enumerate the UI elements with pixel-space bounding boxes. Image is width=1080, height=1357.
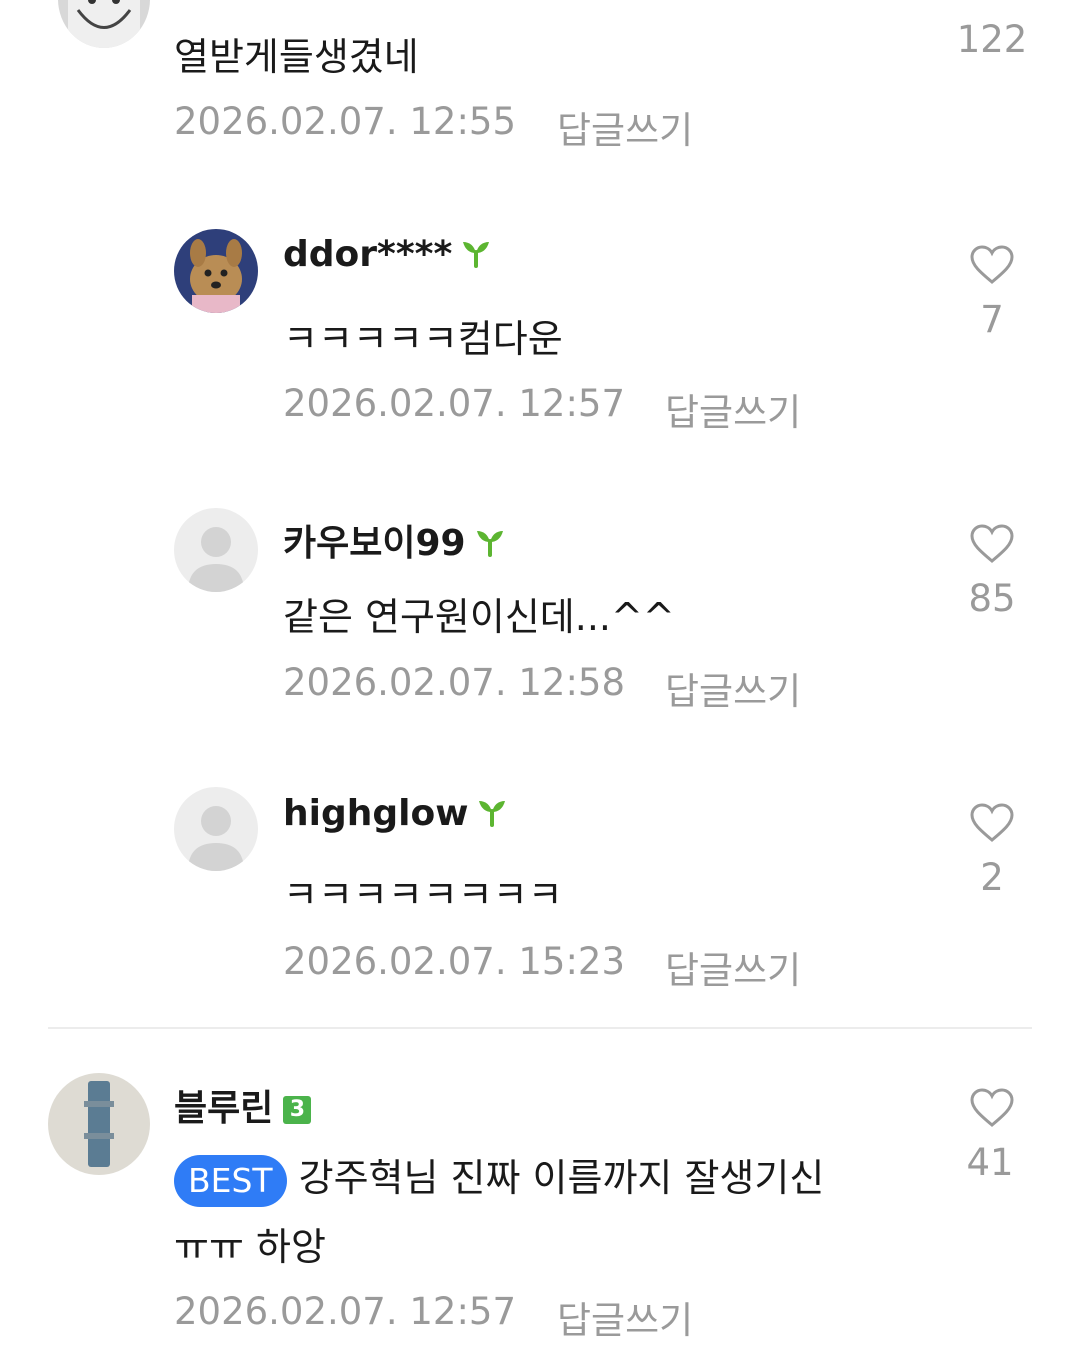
comment-username[interactable]: highglow <box>283 793 508 836</box>
comment-date: 2026.02.07. 12:58 <box>283 661 625 704</box>
username-text[interactable]: 카우보이99 <box>283 523 466 564</box>
like-count: 122 <box>956 18 1028 61</box>
like-count: 85 <box>968 577 1016 620</box>
heart-icon[interactable] <box>970 245 1014 285</box>
username-text[interactable]: highglow <box>283 793 468 834</box>
like-count: 2 <box>980 856 1004 899</box>
comment-text-line1: BEST 강주혁님 진짜 이름까지 잘생기신 <box>174 1147 824 1207</box>
comment-text: 강주혁님 진짜 이름까지 잘생기신 <box>298 1156 825 1200</box>
heart-icon[interactable] <box>970 1088 1014 1128</box>
comment-date: 2026.02.07. 12:57 <box>174 1290 516 1333</box>
comment-date: 2026.02.07. 12:55 <box>174 100 516 143</box>
level-badge: 3 <box>283 1096 312 1124</box>
avatar-top[interactable] <box>58 0 150 48</box>
comment-date: 2026.02.07. 12:57 <box>283 382 625 425</box>
default-avatar-icon[interactable] <box>174 787 258 871</box>
like-count: 41 <box>966 1141 1014 1184</box>
comment-username[interactable]: 카우보이99 <box>283 514 506 566</box>
sprout-icon <box>476 795 508 836</box>
reply-button[interactable]: 답글쓰기 <box>557 1290 693 1344</box>
comment-text: ㅋㅋㅋㅋㅋㅋㅋㅋ <box>283 873 563 917</box>
heart-icon[interactable] <box>970 524 1014 564</box>
comment-username[interactable]: ddor**** <box>283 234 492 277</box>
comment-text: 열받게들생겼네 <box>174 35 419 79</box>
comment-date: 2026.02.07. 15:23 <box>283 940 625 983</box>
comment-username[interactable]: 블루린 3 <box>174 1079 312 1131</box>
best-badge: BEST <box>174 1154 287 1207</box>
sprout-icon <box>460 236 492 277</box>
comment-text: 같은 연구원이신데...^^ <box>283 595 675 639</box>
reply-button[interactable]: 답글쓰기 <box>665 940 801 994</box>
like-count: 7 <box>980 298 1004 341</box>
default-avatar-icon[interactable] <box>174 508 258 592</box>
comment-text: ㅋㅋㅋㅋㅋ컴다운 <box>283 317 563 361</box>
username-text[interactable]: 블루린 <box>174 1088 273 1129</box>
avatar[interactable] <box>174 229 258 313</box>
comment-divider <box>48 1027 1032 1029</box>
heart-icon[interactable] <box>970 803 1014 843</box>
reply-button[interactable]: 답글쓰기 <box>557 100 693 154</box>
comment-text-line2: ㅠㅠ 하앙 <box>174 1225 326 1269</box>
sprout-icon <box>474 525 506 566</box>
reply-button[interactable]: 답글쓰기 <box>665 382 801 436</box>
reply-button[interactable]: 답글쓰기 <box>665 661 801 715</box>
username-text[interactable]: ddor**** <box>283 234 452 275</box>
avatar[interactable] <box>48 1073 150 1175</box>
